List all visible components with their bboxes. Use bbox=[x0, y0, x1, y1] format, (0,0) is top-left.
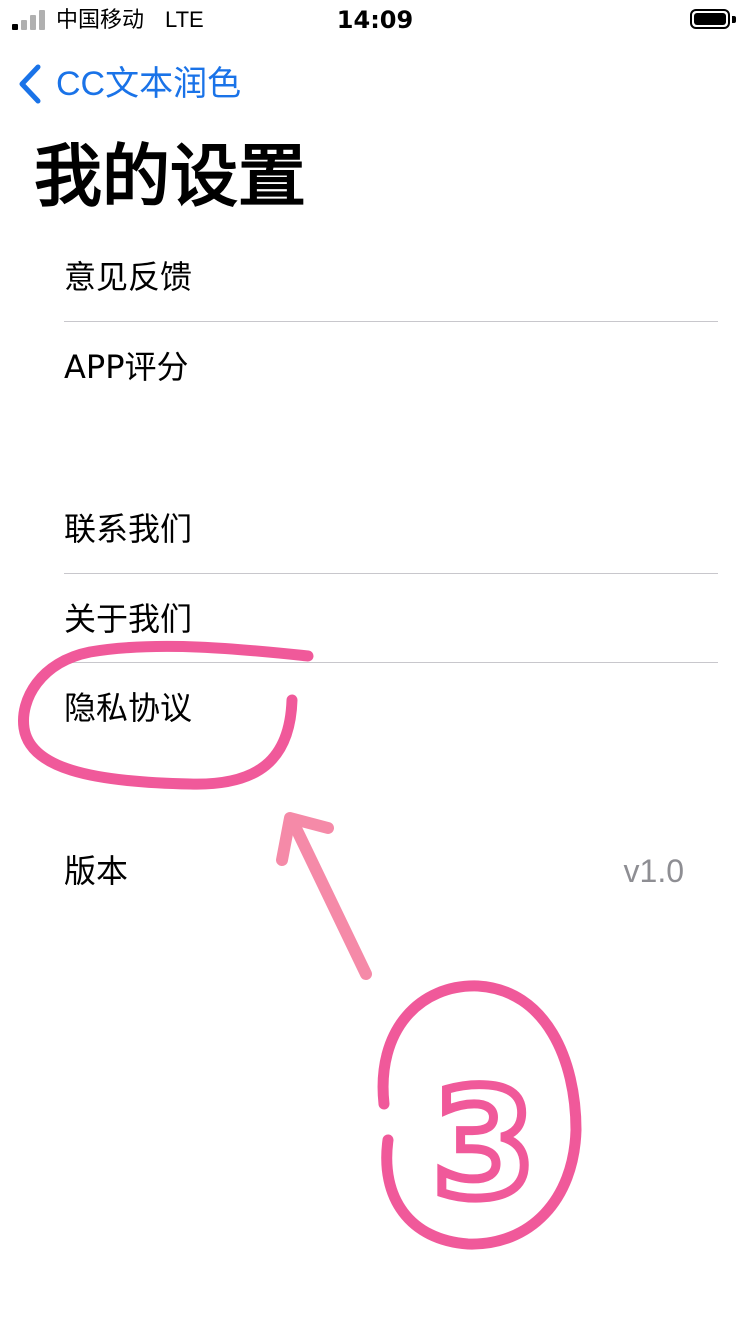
page-title: 我的设置 bbox=[34, 138, 307, 217]
annotation-step-number: 3 bbox=[432, 1058, 536, 1232]
settings-item-contact-us[interactable]: 联系我们 bbox=[64, 484, 718, 574]
settings-item-label: 联系我们 bbox=[64, 510, 193, 548]
settings-item-privacy-policy[interactable]: 隐私协议 bbox=[64, 663, 718, 753]
battery-icon bbox=[690, 9, 736, 31]
settings-item-rate-app[interactable]: APP评分 bbox=[64, 322, 718, 412]
settings-item-version: 版本 v1.0 bbox=[64, 826, 718, 916]
back-button[interactable]: CC文本润色 bbox=[14, 58, 241, 110]
settings-item-about-us[interactable]: 关于我们 bbox=[64, 574, 718, 664]
back-button-label: CC文本润色 bbox=[56, 65, 242, 103]
settings-item-label: 版本 bbox=[64, 852, 129, 890]
settings-item-label: APP评分 bbox=[64, 348, 189, 386]
settings-item-feedback[interactable]: 意见反馈 bbox=[64, 232, 718, 322]
annotation-number-circle bbox=[377, 980, 582, 1250]
status-bar: 中国移动 LTE 14:09 bbox=[0, 0, 750, 40]
settings-item-label: 隐私协议 bbox=[64, 689, 193, 727]
version-value: v1.0 bbox=[623, 852, 684, 889]
chevron-left-icon bbox=[19, 64, 41, 104]
settings-item-label: 关于我们 bbox=[64, 600, 193, 638]
settings-item-label: 意见反馈 bbox=[64, 258, 193, 296]
status-time: 14:09 bbox=[336, 6, 414, 34]
